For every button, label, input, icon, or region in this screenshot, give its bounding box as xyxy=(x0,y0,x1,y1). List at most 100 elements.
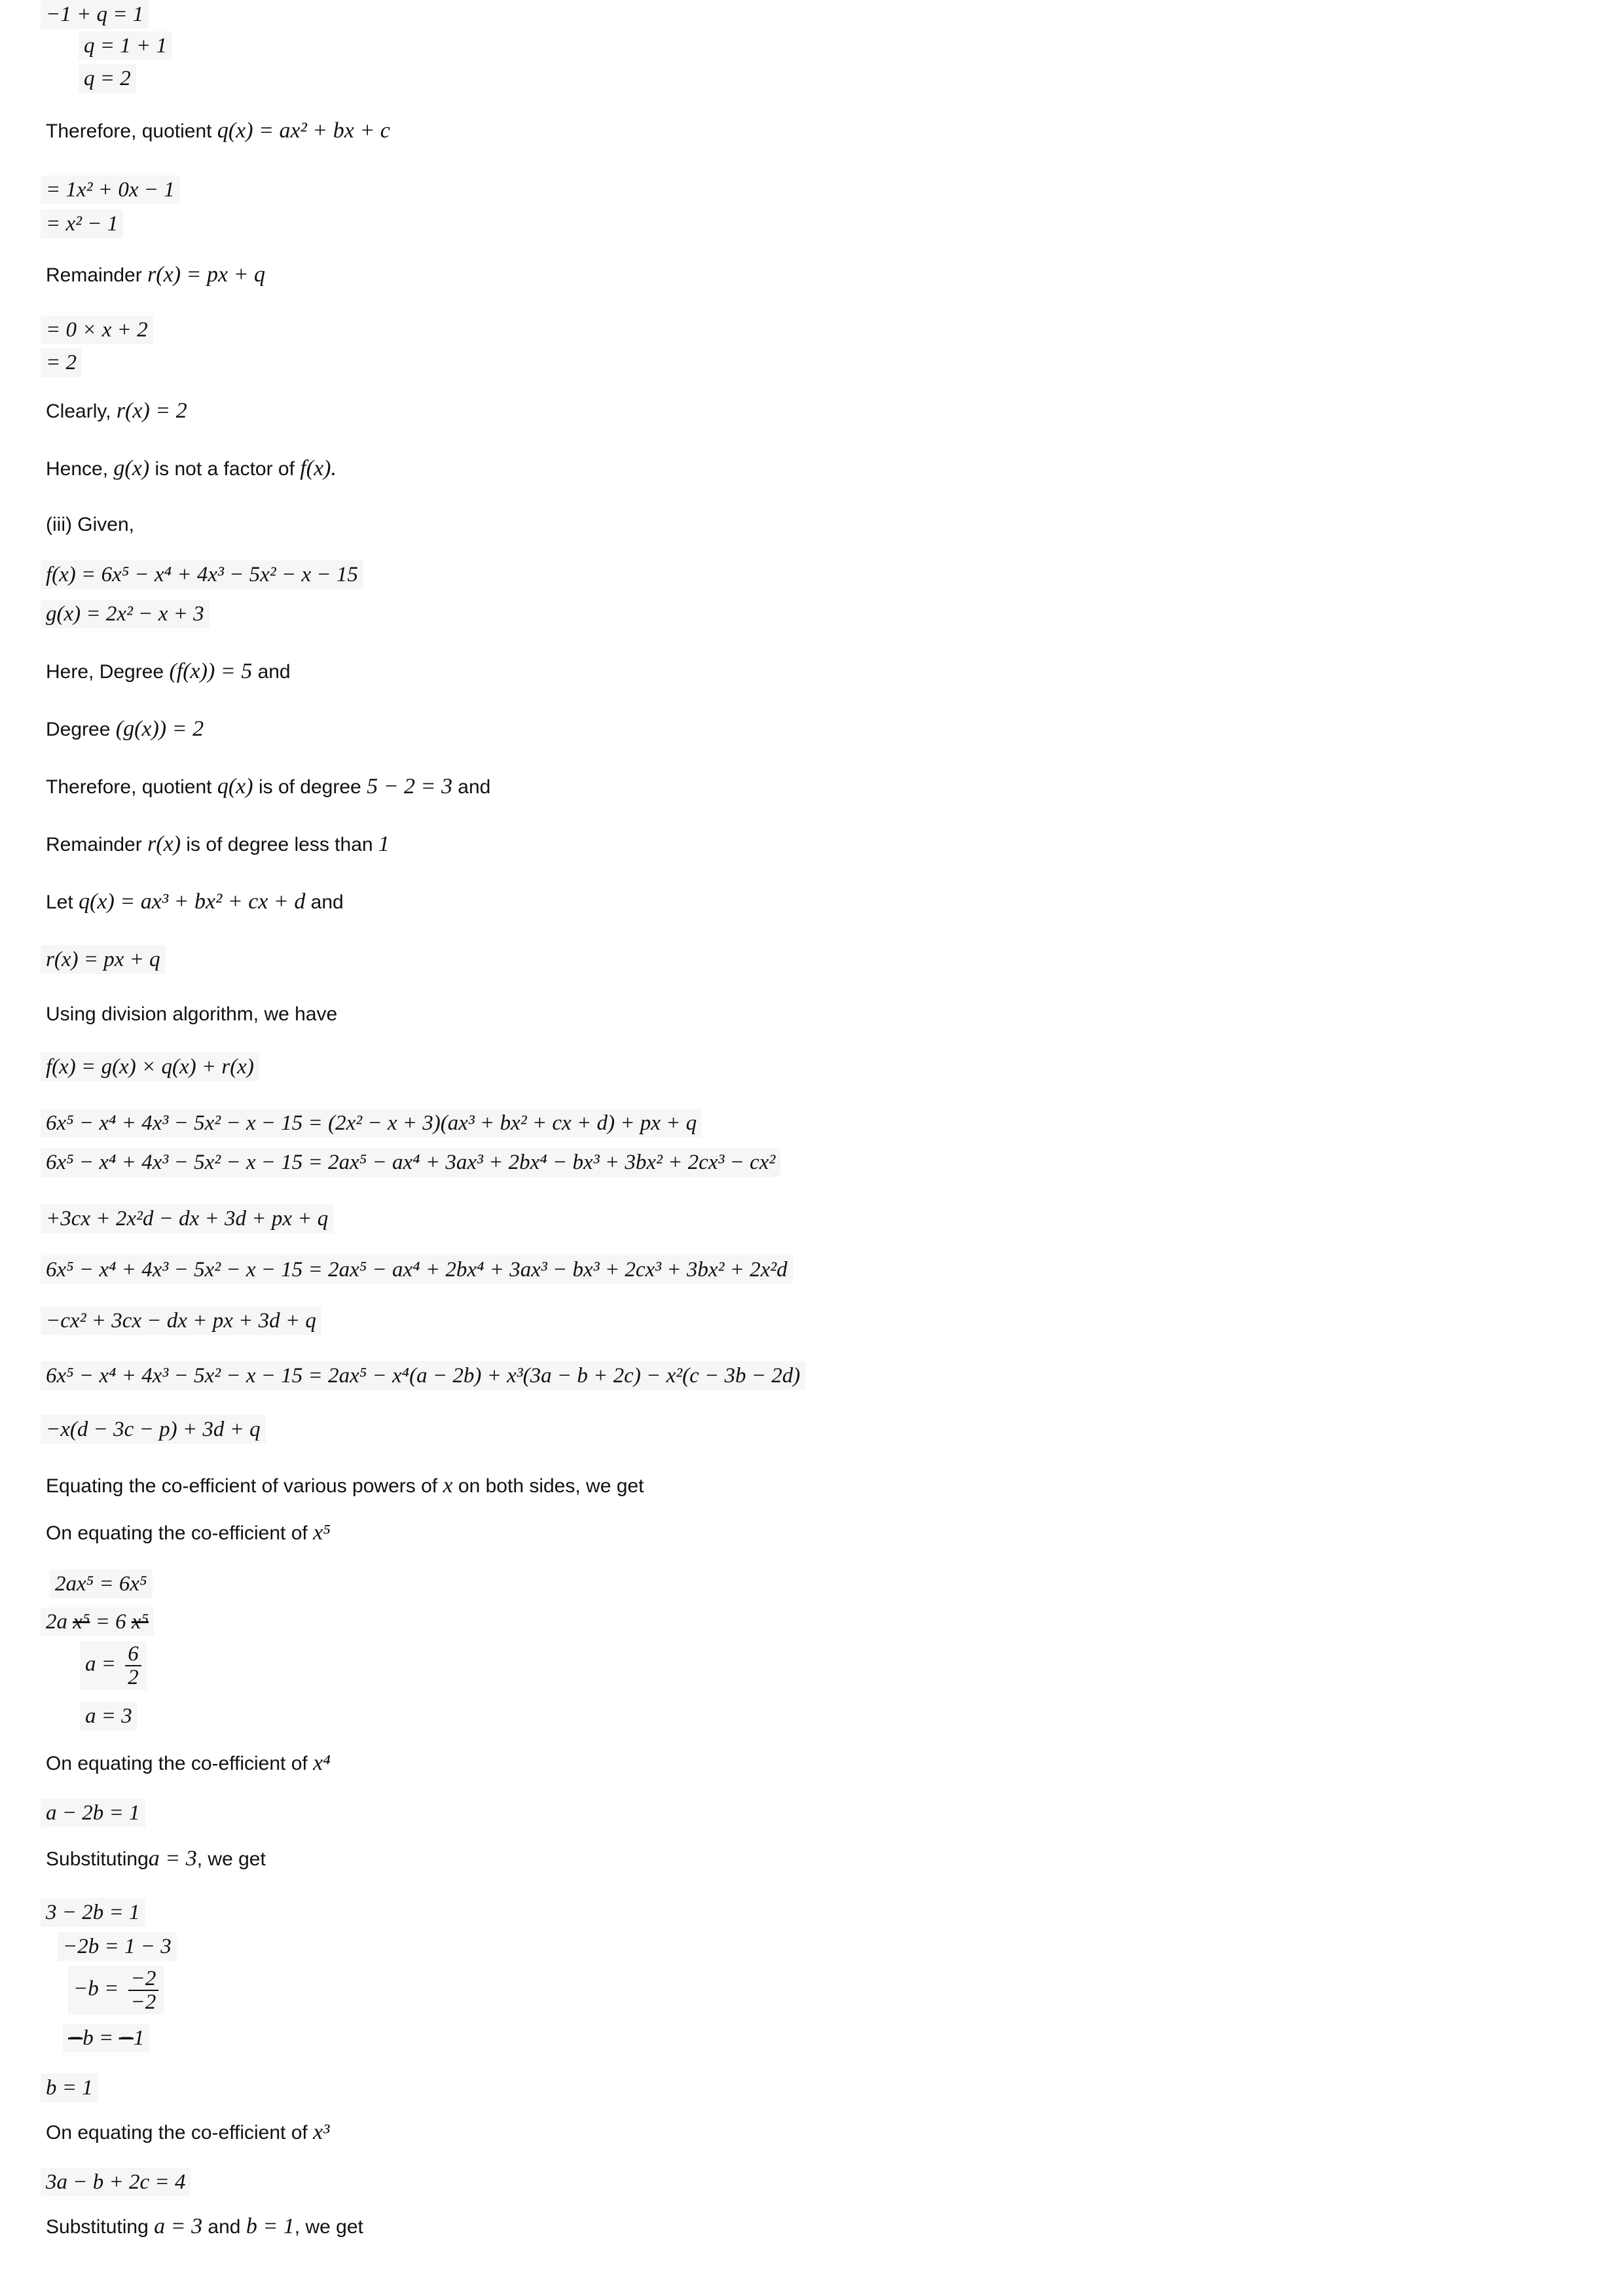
cancelled-term: − xyxy=(68,2026,83,2050)
math-line: 6x⁵ − x⁴ + 4x³ − 5x² − x − 15 = 2ax⁵ − x… xyxy=(41,1361,806,1390)
paragraph: Remainder r(x) is of degree less than 1 xyxy=(46,833,390,857)
text: Degree xyxy=(46,719,111,740)
text: and xyxy=(208,2216,241,2238)
math-line: −x(d − 3c − p) + 3d + q xyxy=(41,1415,266,1444)
text: and xyxy=(458,776,491,798)
math-line: q = 1 + 1 xyxy=(79,31,173,60)
text: (iii) Given, xyxy=(46,514,135,535)
numerator: −2 xyxy=(128,1967,159,1991)
paragraph: Equating the co-efficient of various pow… xyxy=(46,1474,644,1498)
math-inline: a = 3 xyxy=(154,2214,203,2238)
paragraph: Hence, g(x) is not a factor of f(x). xyxy=(46,457,337,481)
text: Remainder xyxy=(46,264,142,286)
math-line: a = 3 xyxy=(80,1702,137,1731)
math-line: 2ax⁵ = 6x⁵ xyxy=(50,1570,153,1598)
math-line: 3a − b + 2c = 4 xyxy=(41,2168,191,2197)
math-line: b = 1 xyxy=(41,2073,98,2102)
paragraph: On equating the co-efficient of x³ xyxy=(46,2121,329,2145)
math-inline: a = 3 xyxy=(148,1846,197,1871)
text: Here, Degree xyxy=(46,661,164,683)
math-inline: x⁵ xyxy=(313,1520,331,1545)
text: and xyxy=(257,661,291,683)
math-line: q = 2 xyxy=(79,64,136,93)
math-line: −cx² + 3cx − dx + px + 3d + q xyxy=(41,1306,321,1335)
paragraph: Degree (g(x)) = 2 xyxy=(46,717,204,742)
document-page: −1 + q = 1 q = 1 + 1 q = 2 Therefore, qu… xyxy=(0,0,1623,2296)
text: Substituting xyxy=(46,1848,149,1870)
math-line: = 2 xyxy=(41,348,82,377)
math-term: 1 xyxy=(133,2026,145,2050)
text: On equating the co-efficient of xyxy=(46,2122,308,2144)
math-line: = 0 × x + 2 xyxy=(41,315,153,344)
paragraph: Using division algorithm, we have xyxy=(46,1003,337,1026)
math-inline: x³ xyxy=(313,2120,330,2144)
math-line: g(x) = 2x² − x + 3 xyxy=(41,600,210,628)
paragraph: On equating the co-efficient of x⁴ xyxy=(46,1751,331,1776)
math-term: b = xyxy=(82,2026,119,2050)
cancelled-term: − xyxy=(119,2026,134,2050)
cancelled-term: x⁵ xyxy=(131,1610,149,1634)
paragraph: Remainder r(x) = px + q xyxy=(46,263,265,287)
math-inline: 1 xyxy=(378,832,390,856)
math-line: 3 − 2b = 1 xyxy=(41,1898,145,1927)
math-inline: 5 − 2 = 3 xyxy=(367,774,452,798)
numerator: 6 xyxy=(125,1643,141,1666)
denominator: 2 xyxy=(128,1666,139,1689)
math-term: −b = xyxy=(73,1977,119,2001)
math-inline: x⁴ xyxy=(313,1751,331,1775)
text: on both sides, we get xyxy=(458,1475,644,1497)
math-line: −2b = 1 − 3 xyxy=(58,1932,177,1961)
math-inline: (f(x)) = 5 xyxy=(169,659,253,683)
math-line-cancel: 2a x⁵ = 6 x⁵ xyxy=(41,1607,155,1636)
math-term: a = xyxy=(85,1652,117,1676)
math-inline: (g(x)) = 2 xyxy=(115,717,204,741)
paragraph: Therefore, quotient q(x) = ax² + bx + c xyxy=(46,119,390,143)
math-inline: r(x) = 2 xyxy=(116,399,187,423)
text: Therefore, quotient xyxy=(46,120,212,142)
math-inline: f(x). xyxy=(300,456,337,480)
paragraph: Clearly, r(x) = 2 xyxy=(46,399,187,423)
text: On equating the co-efficient of xyxy=(46,1522,308,1544)
math-term: = 6 xyxy=(95,1610,126,1634)
math-line-fraction: a = 6 2 xyxy=(80,1641,147,1690)
text: and xyxy=(310,891,344,913)
math-inline: b = 1 xyxy=(246,2214,295,2238)
math-term: 2a xyxy=(46,1610,67,1634)
math-line: a − 2b = 1 xyxy=(41,1799,145,1827)
math-line: +3cx + 2x²d − dx + 3d + px + q xyxy=(41,1204,334,1233)
paragraph: Let q(x) = ax³ + bx² + cx + d and xyxy=(46,890,344,914)
paragraph: Substitutinga = 3, we get xyxy=(46,1847,266,1871)
text: Therefore, quotient xyxy=(46,776,212,798)
math-inline: q(x) = ax³ + bx² + cx + d xyxy=(79,889,306,914)
text: Clearly, xyxy=(46,401,111,422)
text: Remainder xyxy=(46,834,142,855)
math-line: f(x) = g(x) × q(x) + r(x) xyxy=(41,1052,259,1081)
math-line: = x² − 1 xyxy=(41,209,124,238)
text: Equating the co-efficient of various pow… xyxy=(46,1475,438,1497)
math-line: 6x⁵ − x⁴ + 4x³ − 5x² − x − 15 = 2ax⁵ − a… xyxy=(41,1148,781,1177)
paragraph: (iii) Given, xyxy=(46,513,134,537)
math-line: 6x⁵ − x⁴ + 4x³ − 5x² − x − 15 = 2ax⁵ − a… xyxy=(41,1255,793,1284)
math-line: −1 + q = 1 xyxy=(41,0,149,29)
math-line: = 1x² + 0x − 1 xyxy=(41,175,180,204)
paragraph: Here, Degree (f(x)) = 5 and xyxy=(46,660,291,684)
math-inline: x xyxy=(443,1473,453,1498)
cancelled-term: x⁵ xyxy=(73,1610,90,1634)
math-inline: g(x) xyxy=(113,456,150,480)
text: , we get xyxy=(196,1848,266,1870)
text: is of degree xyxy=(258,776,361,798)
math-line-fraction: −b = −2 −2 xyxy=(68,1966,164,2015)
math-line-cancel: −b = −1 xyxy=(63,2024,150,2053)
math-inline: r(x) xyxy=(147,832,181,856)
text: Substituting xyxy=(46,2216,149,2238)
fraction: 6 2 xyxy=(125,1643,141,1689)
text: , we get xyxy=(294,2216,363,2238)
math-line: 6x⁵ − x⁴ + 4x³ − 5x² − x − 15 = (2x² − x… xyxy=(41,1109,702,1138)
math-inline: r(x) = px + q xyxy=(147,262,266,287)
text: is of degree less than xyxy=(186,834,373,855)
denominator: −2 xyxy=(130,1990,156,2014)
text: Hence, xyxy=(46,458,109,480)
math-inline: q(x) xyxy=(217,774,253,798)
text: Using division algorithm, we have xyxy=(46,1003,338,1025)
math-line: r(x) = px + q xyxy=(41,945,166,974)
